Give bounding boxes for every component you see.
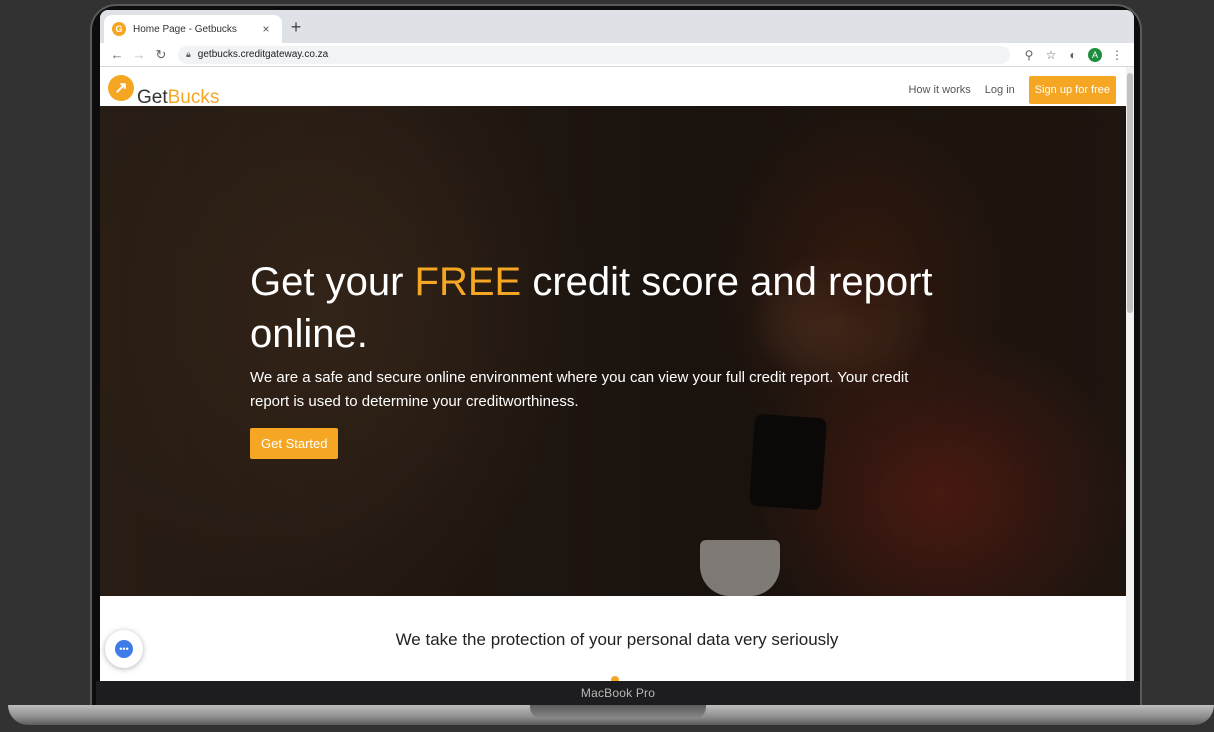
hero-title-highlight: FREE <box>414 260 522 304</box>
profile-avatar[interactable]: A <box>1084 47 1106 62</box>
bookmark-star-icon[interactable]: ☆ <box>1040 48 1062 62</box>
laptop-notch <box>530 705 706 719</box>
hero-section: Get your FREE credit score and report on… <box>100 106 1134 596</box>
device-label: MacBook Pro <box>580 686 656 700</box>
zoom-icon[interactable]: ⚲ <box>1018 48 1040 62</box>
new-tab-button[interactable]: + <box>286 17 306 37</box>
laptop-bottom-bezel: MacBook Pro <box>96 681 1140 705</box>
browser-tab[interactable]: G Home Page - Getbucks × <box>104 15 282 43</box>
site-nav: How it works Log in Sign up for free <box>908 76 1116 104</box>
signup-button[interactable]: Sign up for free <box>1028 76 1116 104</box>
browser-toolbar: ← → ↻ 🔒︎ getbucks.creditgateway.co.za ⚲ … <box>100 43 1134 67</box>
chat-icon: ••• <box>115 640 133 658</box>
favicon-icon: G <box>112 22 126 36</box>
how-it-works-link[interactable]: How it works <box>908 84 970 96</box>
forward-button[interactable]: → <box>128 47 150 62</box>
scrollbar-thumb[interactable] <box>1127 73 1133 313</box>
logo-mark-icon: ↗ <box>108 75 134 101</box>
chat-widget-button[interactable]: ••• <box>105 630 143 668</box>
reload-button[interactable]: ↻ <box>150 47 172 63</box>
section-title: We take the protection of your personal … <box>395 630 839 649</box>
tab-strip: G Home Page - Getbucks × + <box>100 10 1134 43</box>
getbucks-logo[interactable]: ↗ GetBucks <box>108 75 219 107</box>
page-scrollbar[interactable] <box>1126 67 1134 681</box>
extension-icon[interactable]: ◐ <box>1062 48 1084 62</box>
lock-icon: 🔒︎ <box>186 49 191 59</box>
tab-title: Home Page - Getbucks <box>133 23 237 35</box>
browser-window: G Home Page - Getbucks × + ← → ↻ 🔒︎ getb… <box>100 10 1134 681</box>
hero-title: Get your FREE credit score and report on… <box>250 260 933 356</box>
hero-content: Get your FREE credit score and report on… <box>250 256 970 459</box>
menu-icon[interactable]: ⋮ <box>1106 48 1128 62</box>
logo-get-text: Get <box>137 87 168 108</box>
hero-description: We are a safe and secure online environm… <box>250 369 909 410</box>
logo-bucks-text: Bucks <box>167 87 220 108</box>
get-started-button[interactable]: Get Started <box>250 428 339 459</box>
back-button[interactable]: ← <box>106 47 128 62</box>
close-tab-icon[interactable]: × <box>258 22 274 36</box>
data-protection-section: We take the protection of your personal … <box>100 596 1134 681</box>
url-text: getbucks.creditgateway.co.za <box>197 49 329 60</box>
address-bar[interactable]: 🔒︎ getbucks.creditgateway.co.za <box>178 45 1010 64</box>
login-link[interactable]: Log in <box>985 84 1015 96</box>
